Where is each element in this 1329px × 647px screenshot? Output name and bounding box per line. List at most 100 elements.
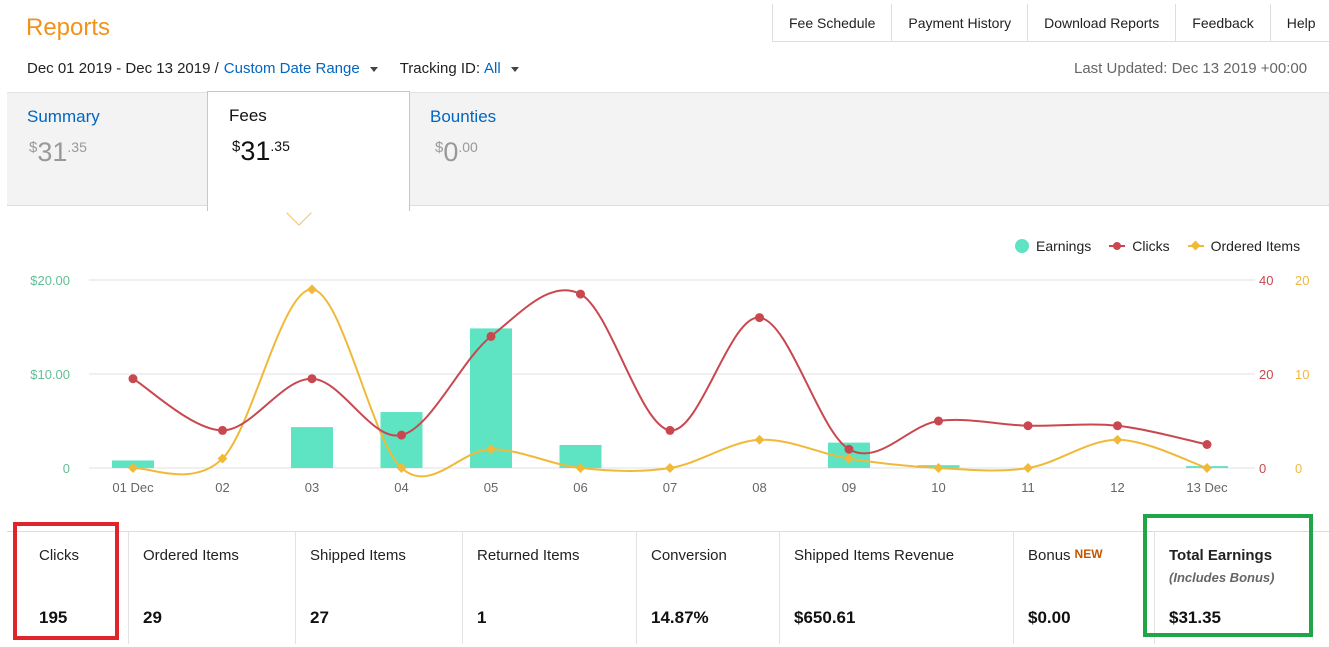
currency-symbol: $: [29, 139, 38, 156]
chevron-down-icon[interactable]: [369, 67, 378, 72]
stat-shipped-items: Shipped Items 27: [296, 532, 463, 644]
tab-summary-label: Summary: [27, 107, 100, 126]
ordered-items-point: [307, 284, 317, 295]
clicks-point: [307, 374, 317, 384]
x-tick-label: 02: [215, 480, 229, 495]
tracking-id-label: Tracking ID:: [399, 60, 480, 77]
x-tick-label: 07: [663, 480, 677, 495]
stat-returned-items-label: Returned Items: [477, 547, 580, 564]
stat-total-earnings-value: $31.35: [1169, 608, 1221, 627]
clicks-point: [665, 425, 675, 435]
x-tick-label: 12: [1110, 480, 1124, 495]
stat-clicks: Clicks 195: [7, 532, 129, 644]
clicks-point: [755, 313, 764, 323]
stat-returned-items: Returned Items 1: [463, 532, 637, 644]
feedback-button[interactable]: Feedback: [1176, 4, 1271, 41]
custom-date-range-dropdown[interactable]: Custom Date Range: [224, 60, 360, 77]
y-tick-right-clicks: 20: [1259, 367, 1273, 382]
date-filter-row: Dec 01 2019 - Dec 13 2019 / Custom Date …: [27, 60, 519, 77]
x-tick-label: 06: [573, 480, 587, 495]
x-tick-label: 08: [752, 480, 766, 495]
stat-shipped-items-revenue: Shipped Items Revenue $650.61: [780, 532, 1014, 644]
currency-symbol: $: [435, 139, 444, 156]
earnings-chart: 0 $10.00 $20.00 0 20 40 0 10 20 01 Dec 02 03 04 05 06 0…: [7, 206, 1329, 531]
tab-bounties[interactable]: Bounties $0.00: [410, 93, 610, 207]
clicks-point: [486, 331, 496, 341]
top-nav: Fee Schedule Payment History Download Re…: [772, 4, 1329, 42]
page-title: Reports: [26, 14, 111, 41]
stat-bonus-label-row: Bonus NEW: [1028, 547, 1103, 564]
amount-whole: 31: [240, 136, 271, 166]
stat-total-earnings-sub: (Includes Bonus): [1169, 570, 1275, 585]
report-tabs: Summary $31.35 Fees $31.35 Bounties $0.0…: [7, 91, 1329, 211]
clicks-point: [576, 289, 585, 299]
ordered-items-point: [1202, 463, 1212, 473]
clicks-point: [1113, 421, 1122, 431]
x-tick-label: 05: [484, 480, 498, 495]
stat-bonus: Bonus NEW $0.00: [1014, 532, 1155, 644]
amount-whole: 31: [37, 137, 68, 167]
clicks-point: [934, 416, 943, 426]
stat-conversion-label: Conversion: [651, 547, 727, 564]
ordered-items-point: [754, 434, 765, 445]
tab-fees-label: Fees: [229, 106, 267, 125]
new-badge: NEW: [1074, 547, 1103, 561]
clicks-point: [1202, 440, 1212, 449]
clicks-point: [844, 444, 854, 454]
x-tick-label: 09: [842, 480, 856, 495]
x-tick-label: 13 Dec: [1186, 480, 1228, 495]
y-tick-right-clicks: 0: [1259, 461, 1266, 476]
amount-whole: 0: [443, 137, 459, 167]
stat-clicks-value: 195: [39, 608, 68, 627]
amount-fraction: .35: [67, 139, 87, 155]
clicks-point: [218, 425, 227, 435]
ordered-items-point: [665, 463, 675, 473]
report-header: Reports Fee Schedule Payment History Dow…: [0, 0, 1329, 92]
ordered-items-point: [933, 463, 944, 473]
tab-fees[interactable]: Fees $31.35: [207, 91, 410, 211]
help-button[interactable]: Help: [1270, 4, 1329, 41]
x-tick-label: 10: [931, 480, 945, 495]
y-tick-right-ordered: 0: [1295, 461, 1302, 476]
date-range-text: Dec 01 2019 - Dec 13 2019 /: [27, 60, 219, 77]
stat-ordered-items-label: Ordered Items: [143, 547, 239, 564]
stat-shipped-items-label: Shipped Items: [310, 547, 406, 564]
ordered-items-point: [1112, 434, 1123, 445]
clicks-point: [128, 374, 138, 384]
stat-shipped-revenue-value: $650.61: [794, 608, 856, 627]
clicks-point: [397, 430, 406, 440]
y-tick-left: $20.00: [30, 273, 70, 288]
stat-bonus-label: Bonus: [1028, 547, 1071, 564]
stat-conversion-value: 14.87%: [651, 608, 709, 627]
amount-fraction: .00: [458, 139, 478, 155]
clicks-point: [1023, 421, 1033, 431]
stat-conversion: Conversion 14.87%: [637, 532, 780, 644]
stat-total-earnings: Total Earnings (Includes Bonus) $31.35: [1155, 532, 1329, 644]
earnings-bar: [380, 412, 423, 468]
tracking-id-dropdown[interactable]: All: [484, 60, 501, 77]
x-tick-label: 04: [394, 480, 408, 495]
stat-total-earnings-label: Total Earnings: [1169, 547, 1273, 564]
stat-returned-items-value: 1: [477, 608, 487, 627]
payment-history-button[interactable]: Payment History: [892, 4, 1029, 41]
earnings-bar: [291, 427, 333, 468]
chevron-down-icon[interactable]: [510, 67, 519, 72]
x-tick-label: 03: [305, 480, 319, 495]
download-reports-button[interactable]: Download Reports: [1028, 4, 1177, 41]
y-tick-right-clicks: 40: [1259, 273, 1273, 288]
tab-summary[interactable]: Summary $31.35: [7, 93, 207, 207]
x-tick-label: 01 Dec: [112, 480, 154, 495]
stat-shipped-items-value: 27: [310, 608, 329, 627]
tab-bounties-amount: $0.00: [435, 137, 478, 168]
stats-row: Clicks 195 Ordered Items 29 Shipped Item…: [7, 531, 1329, 644]
last-updated-text: Last Updated: Dec 13 2019 +00:00: [1074, 60, 1308, 77]
tab-summary-amount: $31.35: [29, 137, 87, 168]
stat-shipped-revenue-label: Shipped Items Revenue: [794, 547, 955, 564]
chart-svg: 0 $10.00 $20.00 0 20 40 0 10 20 01 Dec 02 03 04 05 06 0…: [30, 273, 1309, 495]
y-tick-left: $10.00: [30, 367, 70, 382]
x-tick-label: 11: [1021, 480, 1035, 495]
stat-ordered-items-value: 29: [143, 608, 162, 627]
stat-clicks-label: Clicks: [39, 547, 79, 564]
fee-schedule-button[interactable]: Fee Schedule: [773, 4, 893, 41]
currency-symbol: $: [232, 138, 241, 155]
